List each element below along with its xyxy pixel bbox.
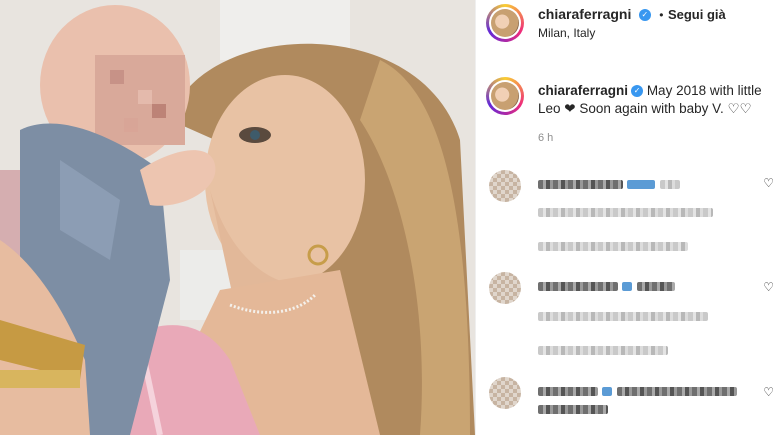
post-header: chiaraferragni ✓ • Segui già Milan, Ital… — [476, 0, 774, 46]
comment-avatar[interactable] — [489, 272, 521, 304]
verified-badge-icon: ✓ — [631, 85, 644, 98]
comment-text — [636, 282, 675, 292]
comment-meta[interactable] — [538, 242, 688, 252]
post-photo[interactable] — [0, 0, 475, 435]
verified-badge-icon: ✓ — [638, 8, 651, 21]
comment-username[interactable] — [538, 180, 623, 190]
author-avatar[interactable] — [486, 4, 524, 42]
comment-text — [538, 405, 608, 415]
author-username[interactable]: chiaraferragni — [538, 6, 631, 22]
comment-item: ♡ — [476, 168, 774, 258]
caption-block: chiaraferragni ✓ May 2018 with little Leo… — [476, 73, 774, 153]
heart-icon[interactable]: ♡ — [763, 385, 774, 399]
comment-item: ♡ — [476, 270, 774, 360]
heart-icon[interactable]: ♡ — [763, 176, 774, 190]
comment-meta[interactable] — [538, 346, 668, 356]
comment-badge — [627, 180, 656, 190]
comment-text — [659, 180, 680, 190]
comment-avatar[interactable] — [489, 377, 521, 409]
follow-status-button[interactable]: Segui già — [668, 7, 726, 22]
heart-icon[interactable]: ♡ — [763, 280, 774, 294]
comment-text — [538, 208, 713, 218]
post-side-panel: chiaraferragni ✓ • Segui già Milan, Ital… — [475, 0, 774, 435]
comment-badge — [622, 282, 633, 292]
caption-username[interactable]: chiaraferragni — [538, 83, 628, 98]
comment-username[interactable] — [538, 387, 598, 397]
comment-badge — [602, 387, 613, 397]
comment-item: ♡ — [476, 375, 774, 435]
comment-username[interactable] — [538, 282, 618, 292]
header-separator: • — [659, 8, 664, 22]
post-location[interactable]: Milan, Italy — [538, 26, 595, 40]
comment-avatar[interactable] — [489, 170, 521, 202]
comment-text — [616, 387, 737, 397]
caption-avatar[interactable] — [486, 77, 524, 115]
comment-text — [538, 312, 708, 322]
post-photo-art — [0, 0, 475, 435]
caption-time[interactable]: 6 h — [538, 132, 553, 144]
